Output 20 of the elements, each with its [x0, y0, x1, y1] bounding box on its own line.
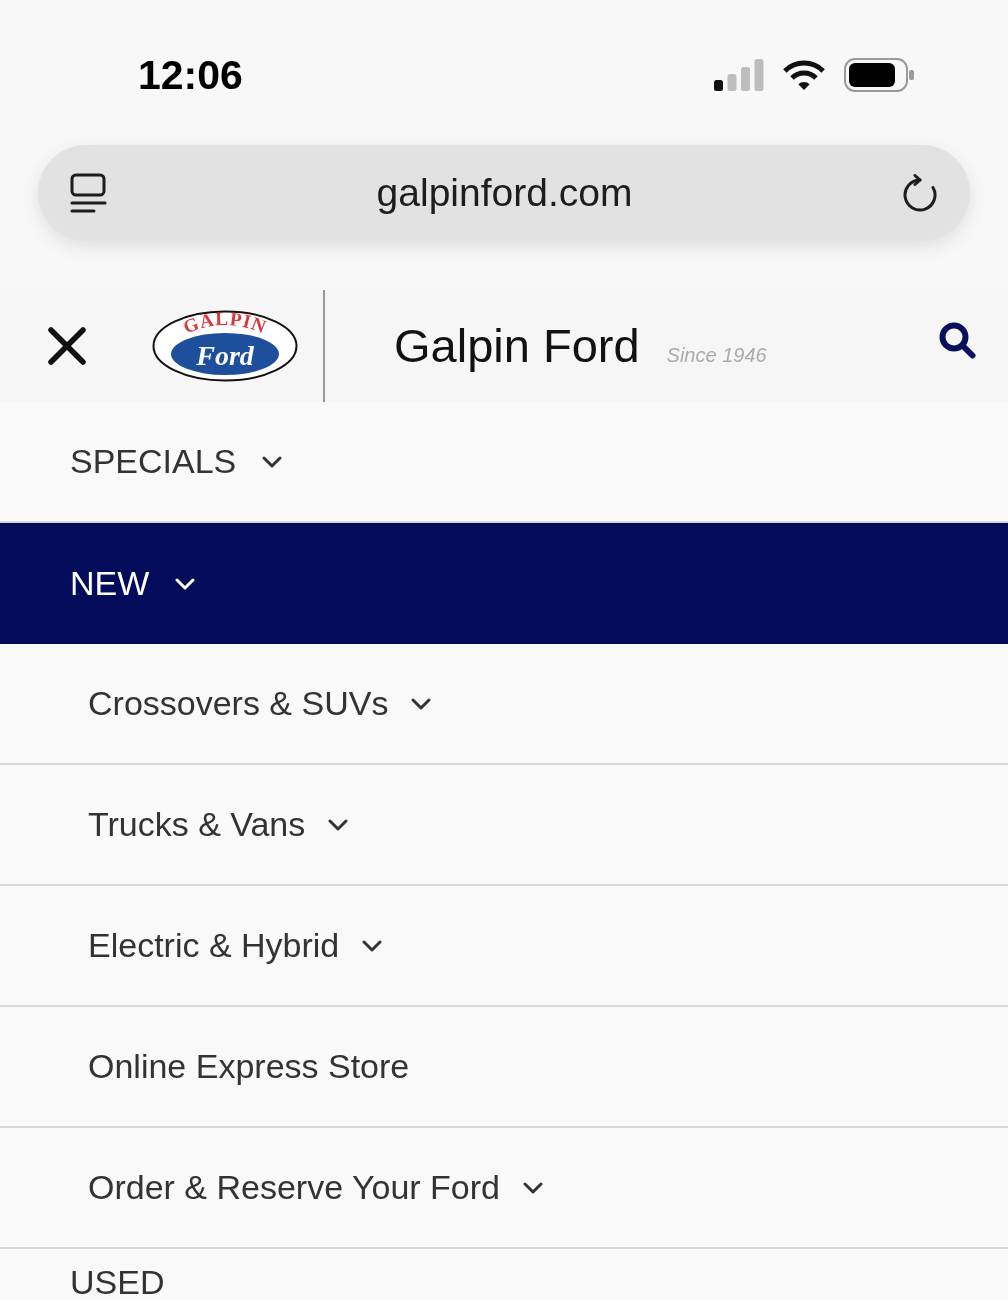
status-time: 12:06 [138, 51, 243, 99]
chevron-down-icon [411, 697, 432, 710]
battery-icon [844, 58, 915, 92]
site-tagline: Since 1946 [666, 342, 767, 368]
dealer-logo[interactable]: GALPIN Ford [152, 310, 298, 382]
wifi-icon [782, 59, 826, 91]
chevron-down-icon [522, 1181, 543, 1194]
page-menu-icon[interactable] [70, 173, 107, 213]
reload-icon[interactable] [902, 174, 938, 212]
site-title: Galpin Ford [394, 317, 640, 374]
chevron-down-icon [262, 455, 283, 468]
signal-icon [714, 59, 764, 91]
chevron-down-icon [175, 577, 196, 590]
close-icon[interactable] [48, 327, 86, 365]
url-text: galpinford.com [376, 169, 633, 216]
chevron-down-icon [362, 939, 383, 952]
address-bar[interactable]: galpinford.com [38, 145, 970, 241]
chevron-down-icon [328, 818, 349, 831]
search-icon[interactable] [939, 321, 976, 359]
menu-item[interactable]: NEW [0, 523, 1008, 644]
